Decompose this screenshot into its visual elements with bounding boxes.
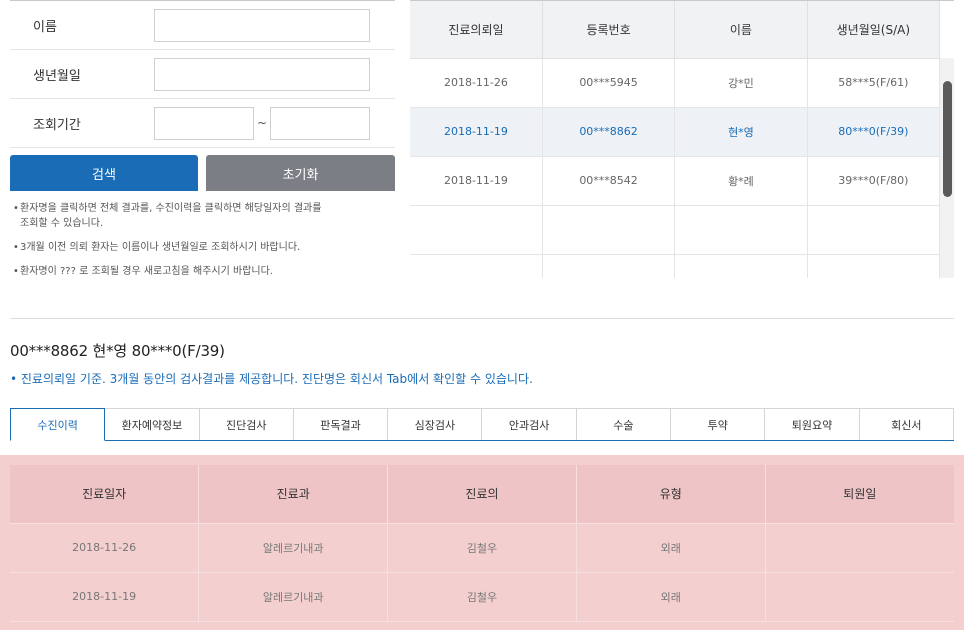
info-note: • 진료의뢰일 기준. 3개월 동안의 검사결과를 제공합니다. 진단명은 회신… — [10, 372, 533, 386]
table-row-empty — [410, 205, 941, 255]
name-row: 이름 — [10, 1, 395, 50]
col-discharge-date: 퇴원일 — [765, 465, 954, 524]
cell-discharge-date — [765, 572, 954, 622]
reset-button[interactable]: 초기화 — [206, 155, 395, 191]
name-label: 이름 — [33, 19, 57, 35]
tab-cardiac-tests[interactable]: 심장검사 — [387, 408, 483, 440]
cell-type: 외래 — [576, 523, 766, 573]
dob-input[interactable] — [154, 57, 370, 91]
period-from-input[interactable] — [154, 106, 254, 140]
col-referral-date: 진료의뢰일 — [410, 1, 543, 59]
scrollbar-thumb[interactable] — [943, 81, 952, 197]
tab-surgery[interactable]: 수술 — [575, 408, 672, 440]
name-input[interactable] — [154, 8, 370, 42]
table-row[interactable]: 2018-11-19 00***8542 황*례 39***0(F/80) — [410, 156, 941, 206]
table-row[interactable]: 2018-11-19 알레르기내과 김철우 외래 — [10, 572, 954, 622]
search-notes: 환자명을 클릭하면 전체 결과를, 수진이력을 클릭하면 해당일자의 결과를 조… — [10, 201, 395, 279]
table-row-empty — [410, 254, 941, 278]
results-scrollbar[interactable] — [940, 58, 954, 278]
tab-visit-history[interactable]: 수진이력 — [10, 408, 106, 441]
cell-type: 외래 — [576, 572, 766, 622]
col-dob: 생년월일(S/A) — [807, 1, 941, 59]
period-row: 조회기간 ~ — [10, 99, 395, 148]
patient-results-panel: 진료의뢰일 등록번호 이름 생년월일(S/A) 2018-11-26 00***… — [410, 0, 954, 278]
tab-reservation-info[interactable]: 환자예약정보 — [104, 408, 200, 440]
cell-reg-number: 00***5945 — [542, 58, 676, 108]
visit-history-area: 진료일자 진료과 진료의 유형 퇴원일 2018-11-26 알레르기내과 김철… — [0, 455, 964, 630]
col-reg-number: 등록번호 — [542, 1, 676, 59]
table-header-row: 진료일자 진료과 진료의 유형 퇴원일 — [10, 465, 954, 524]
cell-name[interactable]: 현*영 — [674, 107, 808, 157]
tab-lab-tests[interactable]: 진단검사 — [198, 408, 294, 440]
detail-tabs: 수진이력 환자예약정보 진단검사 판독결과 심장검사 안과검사 수술 투약 퇴원… — [10, 408, 954, 441]
col-name: 이름 — [674, 1, 808, 59]
cell-empty — [542, 254, 676, 278]
cell-visit-date: 2018-11-26 — [10, 523, 200, 573]
search-form: 이름 생년월일 조회기간 ~ 검색 초기화 환자명을 클릭하면 전체 결과를, … — [10, 0, 395, 288]
period-separator: ~ — [256, 116, 268, 130]
page: 이름 생년월일 조회기간 ~ 검색 초기화 환자명을 클릭하면 전체 결과를, … — [0, 0, 964, 630]
cell-empty — [674, 205, 808, 255]
cell-name[interactable]: 황*례 — [674, 156, 808, 206]
cell-reg-number: 00***8862 — [542, 107, 676, 157]
visit-history-table: 진료일자 진료과 진료의 유형 퇴원일 2018-11-26 알레르기내과 김철… — [10, 465, 954, 622]
patient-summary: 00***8862 현*영 80***0(F/39) — [10, 342, 225, 360]
dob-label: 생년월일 — [33, 68, 81, 84]
cell-empty — [674, 254, 808, 278]
table-header-row: 진료의뢰일 등록번호 이름 생년월일(S/A) — [410, 1, 941, 59]
cell-empty — [410, 205, 543, 255]
cell-dob: 80***0(F/39) — [807, 107, 941, 157]
tab-reply-letter[interactable]: 회신서 — [858, 408, 954, 440]
cell-department: 알레르기내과 — [198, 523, 389, 573]
col-department: 진료과 — [198, 465, 389, 524]
cell-doctor: 김철우 — [387, 523, 577, 573]
cell-discharge-date — [765, 523, 954, 573]
cell-referral-date: 2018-11-26 — [410, 58, 543, 108]
table-row[interactable]: 2018-11-26 알레르기내과 김철우 외래 — [10, 523, 954, 573]
note-item: 환자명을 클릭하면 전체 결과를, 수진이력을 클릭하면 해당일자의 결과를 조… — [13, 201, 395, 231]
cell-department: 알레르기내과 — [198, 572, 389, 622]
patient-results-table: 진료의뢰일 등록번호 이름 생년월일(S/A) 2018-11-26 00***… — [410, 1, 941, 278]
col-doctor: 진료의 — [387, 465, 577, 524]
cell-empty — [542, 205, 676, 255]
col-type: 유형 — [576, 465, 766, 524]
tab-medication[interactable]: 투약 — [670, 408, 766, 440]
period-to-input[interactable] — [270, 106, 370, 140]
cell-reg-number: 00***8542 — [542, 156, 676, 206]
search-button[interactable]: 검색 — [10, 155, 198, 191]
tab-reading-results[interactable]: 판독결과 — [292, 408, 389, 440]
table-row-selected[interactable]: 2018-11-19 00***8862 현*영 80***0(F/39) — [410, 107, 941, 157]
cell-empty — [807, 254, 941, 278]
note-item: 3개월 이전 의뢰 환자는 이름이나 생년월일로 조회하시기 바랍니다. — [13, 240, 395, 255]
cell-dob: 58***5(F/61) — [807, 58, 941, 108]
cell-name[interactable]: 강*민 — [674, 58, 808, 108]
cell-visit-date: 2018-11-19 — [10, 572, 200, 622]
col-visit-date: 진료일자 — [10, 465, 200, 524]
table-row[interactable]: 2018-11-26 00***5945 강*민 58***5(F/61) — [410, 58, 941, 108]
section-divider — [10, 318, 954, 319]
cell-doctor: 김철우 — [387, 572, 577, 622]
cell-empty — [410, 254, 543, 278]
note-item: 환자명이 ??? 로 조회될 경우 새로고침을 해주시기 바랍니다. — [13, 264, 395, 279]
button-row: 검색 초기화 — [10, 155, 395, 191]
cell-referral-date: 2018-11-19 — [410, 107, 543, 157]
dob-row: 생년월일 — [10, 50, 395, 99]
cell-empty — [807, 205, 941, 255]
cell-referral-date: 2018-11-19 — [410, 156, 543, 206]
tab-eye-tests[interactable]: 안과검사 — [481, 408, 577, 440]
tab-discharge-summary[interactable]: 퇴원요약 — [764, 408, 860, 440]
period-label: 조회기간 — [33, 117, 81, 133]
cell-dob: 39***0(F/80) — [807, 156, 941, 206]
